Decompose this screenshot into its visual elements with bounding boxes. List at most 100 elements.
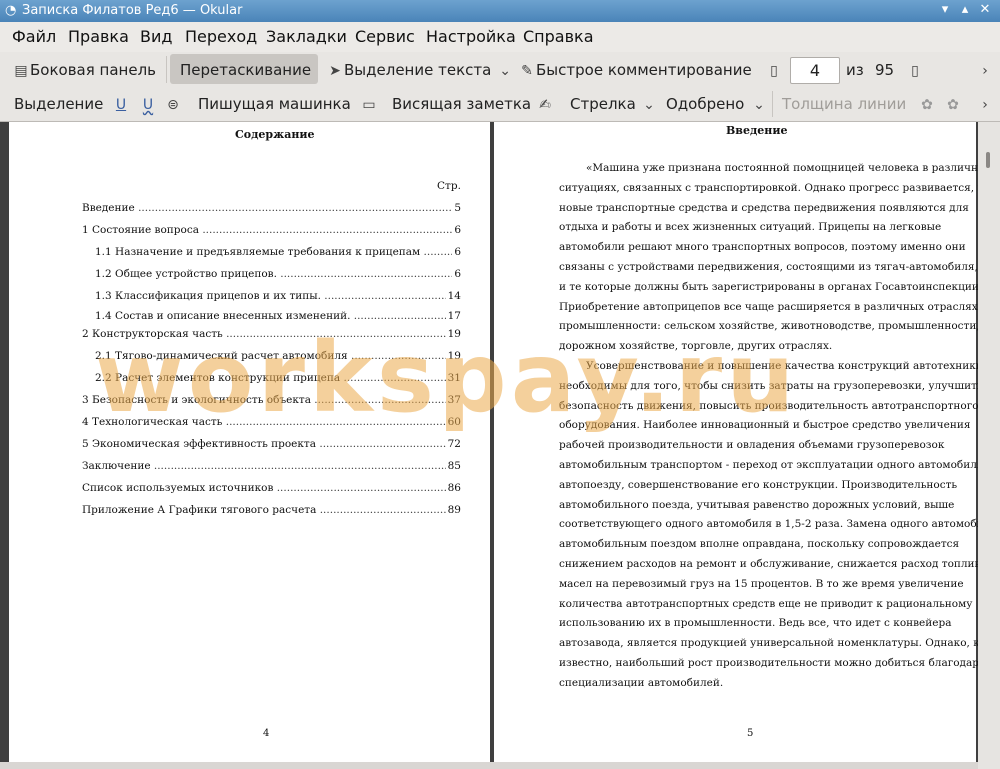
toc-entry[interactable]: Введение ...............................… <box>82 202 461 214</box>
toc-entry-label: 1.3 Классификация прицепов и их типы. <box>95 290 321 302</box>
toc-entry[interactable]: 2.1 Тягово-динамический расчет автомобил… <box>95 350 461 362</box>
previous-page-button[interactable]: ▯ <box>765 61 783 79</box>
toc-entry[interactable]: 3 Безопасность и экологичность объекта .… <box>82 394 461 406</box>
toc-entry-label: Введение <box>82 202 135 214</box>
toc-entry[interactable]: 1.1 Назначение и предъявляемые требовани… <box>95 246 461 258</box>
menu-settings[interactable]: Настройка <box>426 27 516 46</box>
body-text-line: количества автотранспортных средств еще … <box>559 597 973 610</box>
horizontal-scrollbar[interactable] <box>0 762 978 769</box>
toc-entry[interactable]: 2 Конструкторская часть ................… <box>82 328 461 340</box>
highlight-tool-button[interactable]: Выделение <box>14 95 103 113</box>
toc-entry[interactable]: Список используемых источников .........… <box>82 482 461 494</box>
color-tool-button: ✿ <box>918 95 936 113</box>
toc-entry[interactable]: Заключение .............................… <box>82 460 461 472</box>
toc-entry-label: 1 Состояние вопроса <box>82 224 199 236</box>
sidebar-button[interactable]: ▤ Боковая панель <box>12 61 156 79</box>
toc-entry-page: 60 <box>445 416 461 428</box>
note-tool-button[interactable]: ▭ <box>360 95 378 113</box>
body-text-line: автопоезду, совершенствование его констр… <box>559 478 958 491</box>
maximize-button[interactable]: ▴ <box>957 2 973 18</box>
toc-leader-dots: ........................................… <box>319 504 461 516</box>
toc-entry-page: 6 <box>452 246 461 258</box>
toc-leader-dots: ........................................… <box>138 202 461 214</box>
body-text-line: автозавода, является продукцией универса… <box>559 637 993 650</box>
toc-entry-label: 1.4 Состав и описание внесенных изменени… <box>95 310 351 322</box>
toc-entry-label: 3 Безопасность и экологичность объекта <box>82 394 311 406</box>
arrow-tool-button[interactable]: Стрелка <box>570 95 636 113</box>
page-number: 4 <box>263 728 270 739</box>
text-selection-tool-button[interactable]: ➤ Выделение текста ⌄ <box>326 61 514 79</box>
page-of-label: из <box>846 61 864 79</box>
underline-icon: U <box>115 97 127 113</box>
stamp-tool-button[interactable]: Одобрено <box>666 95 744 113</box>
toc-leader-dots: ........................................… <box>202 224 461 236</box>
menu-help[interactable]: Справка <box>523 27 594 46</box>
toc-leader-dots: ........................................… <box>324 290 461 302</box>
toc-leader-dots: ........................................… <box>153 460 461 472</box>
toc-entry[interactable]: 1.4 Состав и описание внесенных изменени… <box>95 310 461 322</box>
stamp-dropdown-button[interactable]: ⌄ <box>750 95 768 113</box>
toc-entry[interactable]: 1.2 Общее устройство прицепов. .........… <box>95 268 461 280</box>
chevron-down-icon: ⌄ <box>753 97 765 113</box>
okular-app-icon: ◔ <box>5 3 17 18</box>
strikeout-tool-button[interactable]: ⊜ <box>164 95 182 113</box>
minimize-button[interactable]: ▾ <box>937 2 953 18</box>
toc-entry-page: 14 <box>445 290 461 302</box>
typewriter-tool-button[interactable]: Пишущая машинка <box>198 95 351 113</box>
toc-entry[interactable]: 5 Экономическая эффективность проекта ..… <box>82 438 461 450</box>
toc-entry-label: 5 Экономическая эффективность проекта <box>82 438 317 450</box>
body-text-line: снижением расходов на ремонт и обслужива… <box>559 558 991 570</box>
menu-view[interactable]: Вид <box>140 27 172 46</box>
toc-entry[interactable]: 1 Состояние вопроса ....................… <box>82 224 461 236</box>
squiggle-tool-button[interactable]: U <box>139 95 157 113</box>
toc-entry-page: 86 <box>445 482 461 494</box>
arrow-dropdown-button[interactable]: ⌄ <box>640 95 658 113</box>
menu-go[interactable]: Переход <box>185 27 257 46</box>
close-button[interactable]: ✕ <box>977 2 993 18</box>
toc-leader-dots: ........................................… <box>350 350 461 362</box>
body-text-line: соответствующего одного автомобиля в 1,5… <box>559 518 997 531</box>
toc-entry-label: 4 Технологическая часть <box>82 416 223 428</box>
underline-tool-button[interactable]: U <box>112 95 130 113</box>
document-page-5: Введение «Машина уже признана постоянной… <box>494 122 999 762</box>
toc-entry[interactable]: 4 Технологическая часть ................… <box>82 416 461 428</box>
annotation-toolbar: Выделение U U ⊜ Пишущая машинка ▭ Висяща… <box>0 87 1000 122</box>
palette-icon: ✿ <box>921 97 933 113</box>
toc-entry[interactable]: 2.2 Расчет элементов конструкции прицепа… <box>95 372 461 384</box>
body-text-line: автомобили решают много транспортных воп… <box>559 241 966 254</box>
title-bar: ◔ Записка Филатов Ред6 — Okular ▾ ▴ ✕ <box>0 0 1000 22</box>
menu-edit[interactable]: Правка <box>68 27 129 46</box>
page-up-icon: ▯ <box>770 63 778 79</box>
toc-entry-label: Заключение <box>82 460 151 472</box>
menu-bar: Файл Правка Вид Переход Закладки Сервис … <box>0 22 1000 52</box>
quick-annotation-button[interactable]: ✎ Быстрое комментирование <box>518 61 752 79</box>
toc-entry-label: Приложение А Графики тягового расчета <box>82 504 317 516</box>
page-number-input[interactable]: 4 <box>790 57 840 84</box>
body-text-line: автомобильным поездом вполне оправдана, … <box>559 538 960 551</box>
toc-entry-page: 19 <box>445 328 461 340</box>
body-text-line: рабочей производительности и овладения о… <box>559 439 945 452</box>
next-page-button[interactable]: ▯ <box>906 61 924 79</box>
line-width-control: Толщина линии <box>782 95 907 113</box>
toolbar-overflow-button[interactable]: › <box>976 61 994 79</box>
toc-entry-page: 19 <box>445 350 461 362</box>
document-view[interactable]: Содержание Стр. Введение ...............… <box>0 122 1000 769</box>
vertical-scrollbar[interactable] <box>978 122 1000 769</box>
toolbar-overflow-button[interactable]: › <box>976 95 994 113</box>
toc-entry[interactable]: 1.3 Классификация прицепов и их типы. ..… <box>95 290 461 302</box>
browse-tool-button[interactable]: Перетаскивание <box>180 61 311 79</box>
toc-entry-page: 89 <box>445 504 461 516</box>
chevron-right-icon: › <box>982 63 988 79</box>
inline-note-tool-button[interactable]: Висящая заметка <box>392 95 531 113</box>
scrollbar-thumb[interactable] <box>986 152 990 168</box>
menu-tools[interactable]: Сервис <box>355 27 415 46</box>
menu-bookmarks[interactable]: Закладки <box>266 27 347 46</box>
freehand-tool-button[interactable]: ✍ <box>536 95 554 113</box>
toc-entry[interactable]: Приложение А Графики тягового расчета ..… <box>82 504 461 516</box>
body-text-line: Приобретение автоприцепов все чаще расши… <box>559 300 978 313</box>
chevron-down-icon: ⌄ <box>643 97 655 113</box>
menu-file[interactable]: Файл <box>12 27 56 46</box>
window-title: Записка Филатов Ред6 — Okular <box>22 3 243 18</box>
toc-heading: Содержание <box>235 128 315 141</box>
body-text-line: известно, наибольший рост производительн… <box>559 657 986 669</box>
